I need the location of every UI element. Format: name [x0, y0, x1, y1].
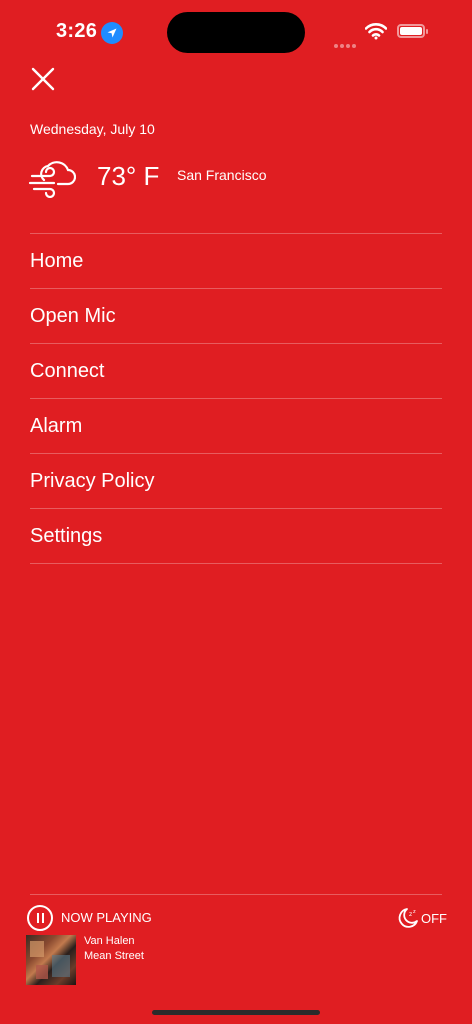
- home-indicator[interactable]: [152, 1010, 320, 1015]
- cellular-signal-icon: [334, 35, 358, 53]
- current-date: Wednesday, July 10: [30, 121, 155, 137]
- player-divider: [30, 894, 442, 895]
- now-playing-label: NOW PLAYING: [61, 910, 152, 925]
- track-title: Mean Street: [84, 950, 144, 962]
- battery-icon: [397, 24, 428, 38]
- sleep-timer-label: OFF: [421, 910, 447, 926]
- menu-item-open-mic[interactable]: Open Mic: [30, 289, 442, 344]
- artist-name: Van Halen: [84, 935, 135, 947]
- menu-item-connect[interactable]: Connect: [30, 344, 442, 399]
- status-time: 3:26: [56, 20, 98, 42]
- weather-city: San Francisco: [177, 167, 267, 183]
- close-icon: [31, 67, 55, 91]
- pause-button[interactable]: [27, 905, 53, 931]
- sleep-moon-icon: z z: [396, 906, 420, 930]
- close-button[interactable]: [28, 64, 58, 94]
- location-arrow-icon: [101, 22, 123, 44]
- menu-item-alarm[interactable]: Alarm: [30, 399, 442, 454]
- status-bar: 3:26: [0, 0, 472, 60]
- svg-text:z: z: [409, 911, 412, 918]
- wifi-icon: [364, 22, 388, 40]
- windy-cloud-icon: [28, 156, 77, 199]
- dynamic-island: [167, 12, 305, 53]
- menu-item-privacy-policy[interactable]: Privacy Policy: [30, 454, 442, 509]
- album-art[interactable]: [26, 935, 76, 985]
- svg-text:z: z: [413, 909, 416, 915]
- sleep-timer-toggle[interactable]: z z OFF: [396, 905, 447, 931]
- menu-item-settings[interactable]: Settings: [30, 509, 442, 564]
- menu-item-home[interactable]: Home: [30, 234, 442, 289]
- temperature: 73° F: [97, 161, 160, 191]
- nav-menu: Home Open Mic Connect Alarm Privacy Poli…: [30, 233, 442, 564]
